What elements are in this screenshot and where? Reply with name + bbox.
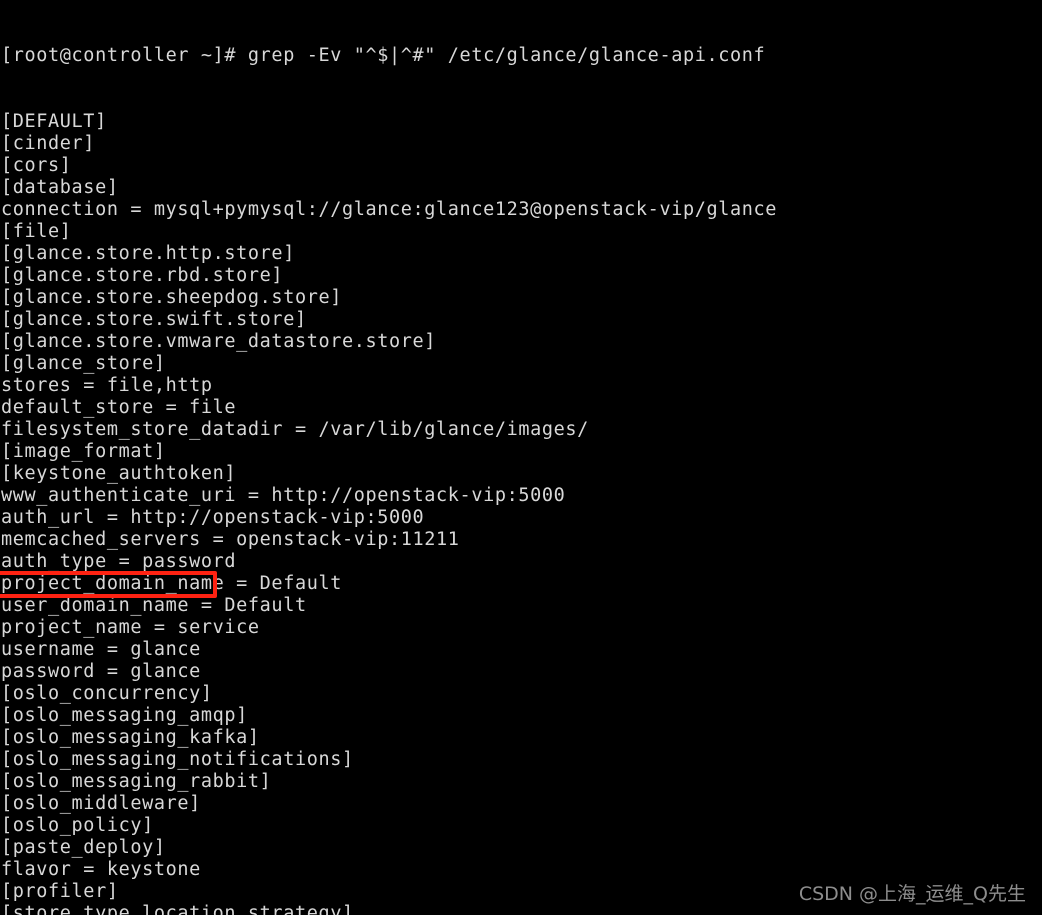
terminal-line: [glance_store]	[1, 353, 166, 374]
terminal-line: flavor = keystone	[1, 859, 201, 880]
terminal-line: [oslo_messaging_kafka]	[1, 727, 260, 748]
terminal-line: filesystem_store_datadir = /var/lib/glan…	[1, 419, 589, 440]
terminal-line: [database]	[1, 177, 119, 198]
terminal-line: [oslo_middleware]	[1, 793, 201, 814]
terminal-line: [oslo_messaging_amqp]	[1, 705, 248, 726]
terminal-line: connection = mysql+pymysql://glance:glan…	[1, 199, 778, 220]
terminal-line: memcached_servers = openstack-vip:11211	[1, 529, 460, 550]
terminal-line: [DEFAULT]	[1, 111, 107, 132]
terminal-line: www_authenticate_uri = http://openstack-…	[1, 485, 566, 506]
terminal-line: [keystone_authtoken]	[1, 463, 237, 484]
terminal-line: username = glance	[1, 639, 201, 660]
terminal-line: [paste_deploy]	[1, 837, 166, 858]
terminal-line: [oslo_messaging_rabbit]	[1, 771, 272, 792]
terminal-line: [cinder]	[1, 133, 96, 154]
terminal-line: [oslo_policy]	[1, 815, 154, 836]
terminal-output-lines: [DEFAULT] [cinder] [cors] [database] connect…	[1, 111, 1042, 915]
watermark-text: CSDN @上海_运维_Q先生	[798, 883, 1026, 905]
terminal-output-area[interactable]: [root@controller ~]# grep -Ev "^$|^#" /e…	[0, 0, 1042, 915]
terminal-command-line: [root@controller ~]# grep -Ev "^$|^#" /e…	[1, 45, 766, 66]
terminal-line: project_domain_name = Default	[1, 573, 342, 594]
terminal-line: [oslo_messaging_notifications]	[1, 749, 354, 770]
terminal-line: [oslo_concurrency]	[1, 683, 213, 704]
terminal-line: [glance.store.rbd.store]	[1, 265, 284, 286]
terminal-line: [image_format]	[1, 441, 166, 462]
terminal-line: project_name = service	[1, 617, 260, 638]
terminal-line: stores = file,http	[1, 375, 213, 396]
terminal-line: user_domain_name = Default	[1, 595, 307, 616]
terminal-line: password = glance	[1, 661, 201, 682]
terminal-line: [glance.store.vmware_datastore.store]	[1, 331, 437, 352]
terminal-line: [glance.store.http.store]	[1, 243, 295, 264]
terminal-line: auth_type = password	[1, 551, 237, 572]
terminal-line: [cors]	[1, 155, 72, 176]
terminal-line: [glance.store.swift.store]	[1, 309, 307, 330]
terminal-line: [file]	[1, 221, 72, 242]
terminal-line: auth_url = http://openstack-vip:5000	[1, 507, 425, 528]
terminal-line: default_store = file	[1, 397, 237, 418]
terminal-line: [glance.store.sheepdog.store]	[1, 287, 342, 308]
terminal-screen: [root@controller ~]# grep -Ev "^$|^#" /e…	[0, 0, 1042, 915]
